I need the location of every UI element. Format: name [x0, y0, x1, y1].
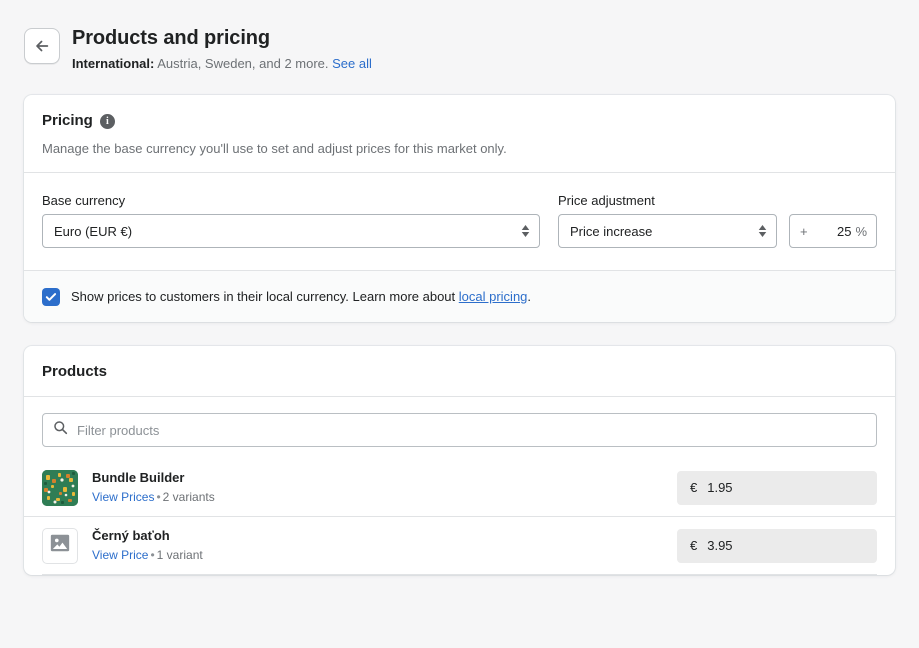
products-card: Products Filter products Bundle Builder …: [24, 346, 895, 575]
product-thumbnail: [42, 469, 78, 506]
products-card-header: Products: [24, 346, 895, 396]
products-list: Bundle Builder View Prices • 2 variants € …: [24, 459, 895, 575]
product-price-field[interactable]: € 3.95: [677, 528, 877, 563]
chevron-updown-icon: [521, 225, 530, 237]
product-info: Bundle Builder View Prices • 2 variants: [92, 469, 663, 506]
page-header: Products and pricing International: Aust…: [0, 0, 919, 73]
products-card-title: Products: [42, 363, 108, 380]
product-meta: View Price • 1 variant: [92, 547, 663, 564]
table-row[interactable]: Bundle Builder View Prices • 2 variants € …: [24, 459, 895, 516]
product-name: Bundle Builder: [92, 470, 185, 485]
product-name: Černý baťoh: [92, 528, 170, 543]
base-currency-label: Base currency: [42, 193, 126, 208]
page-subtitle: International: Austria, Sweden, and 2 mo…: [72, 55, 372, 73]
see-all-link[interactable]: See all: [332, 56, 372, 71]
chevron-updown-icon: [758, 225, 767, 237]
price-value: 3.95: [707, 538, 733, 553]
header-text-block: Products and pricing International: Aust…: [72, 24, 372, 73]
pricing-title-row: Pricing i: [42, 111, 877, 131]
pricing-card: Pricing i Manage the base currency you'l…: [24, 95, 895, 322]
table-row[interactable]: Černý baťoh View Price • 1 variant € 3.95: [24, 516, 895, 574]
price-adjustment-amount-value: 25: [836, 223, 852, 239]
plus-sign-prefix: +: [800, 223, 808, 239]
products-search-wrap: [24, 397, 895, 447]
page-title: Products and pricing: [72, 27, 271, 49]
currency-symbol: €: [690, 480, 698, 495]
image-placeholder-icon: [49, 532, 71, 559]
info-icon[interactable]: i: [99, 113, 115, 129]
local-pricing-label: Show prices to customers in their local …: [71, 287, 531, 306]
price-adjustment-amount-input[interactable]: + 25 %: [789, 214, 877, 248]
local-pricing-link[interactable]: local pricing: [459, 289, 528, 304]
pricing-form-section: Base currency Euro (EUR €) Price adjustm…: [24, 173, 895, 270]
percent-suffix: %: [855, 223, 867, 239]
local-pricing-checkbox[interactable]: [42, 288, 60, 306]
meta-separator: •: [150, 548, 155, 562]
price-adjustment-row: Price increase + 25 %: [558, 214, 877, 248]
product-thumbnail-placeholder: [42, 527, 78, 564]
price-adjustment-field: Price adjustment Price increase + 25 %: [558, 192, 877, 248]
products-title-row: Products: [42, 362, 877, 382]
local-pricing-text-before: Show prices to customers in their local …: [71, 289, 459, 304]
meta-separator: •: [156, 490, 161, 504]
pricing-card-title: Pricing: [42, 112, 93, 129]
base-currency-value: Euro (EUR €): [54, 223, 133, 239]
arrow-left-icon: [33, 37, 51, 55]
back-button[interactable]: [24, 28, 60, 64]
subtitle-label: International:: [72, 56, 155, 71]
currency-symbol: €: [690, 538, 698, 553]
price-adjustment-label: Price adjustment: [558, 193, 655, 208]
variant-count: 1 variant: [156, 548, 203, 562]
product-row-divider: [42, 574, 877, 575]
variant-count: 2 variants: [162, 490, 215, 504]
products-and-pricing-page: Products and pricing International: Aust…: [0, 0, 919, 648]
search-input[interactable]: [77, 422, 866, 438]
pricing-card-header: Pricing i Manage the base currency you'l…: [24, 95, 895, 172]
local-pricing-section: Show prices to customers in their local …: [24, 270, 895, 322]
local-pricing-text-after: .: [527, 289, 532, 304]
pricing-card-description: Manage the base currency you'll use to s…: [42, 141, 507, 156]
product-info: Černý baťoh View Price • 1 variant: [92, 527, 663, 564]
base-currency-field: Base currency Euro (EUR €): [42, 192, 540, 248]
base-currency-select[interactable]: Euro (EUR €): [42, 214, 540, 248]
product-meta: View Prices • 2 variants: [92, 489, 663, 506]
subtitle-countries: Austria, Sweden, and 2 more.: [157, 56, 329, 71]
view-price-link[interactable]: View Price: [92, 548, 148, 562]
product-price-field[interactable]: € 1.95: [677, 470, 877, 505]
view-prices-link[interactable]: View Prices: [92, 490, 154, 504]
products-search-box[interactable]: [42, 413, 877, 447]
price-adjustment-select[interactable]: Price increase: [558, 214, 777, 248]
price-value: 1.95: [707, 480, 733, 495]
price-adjustment-value: Price increase: [570, 223, 653, 239]
search-icon: [53, 420, 68, 440]
